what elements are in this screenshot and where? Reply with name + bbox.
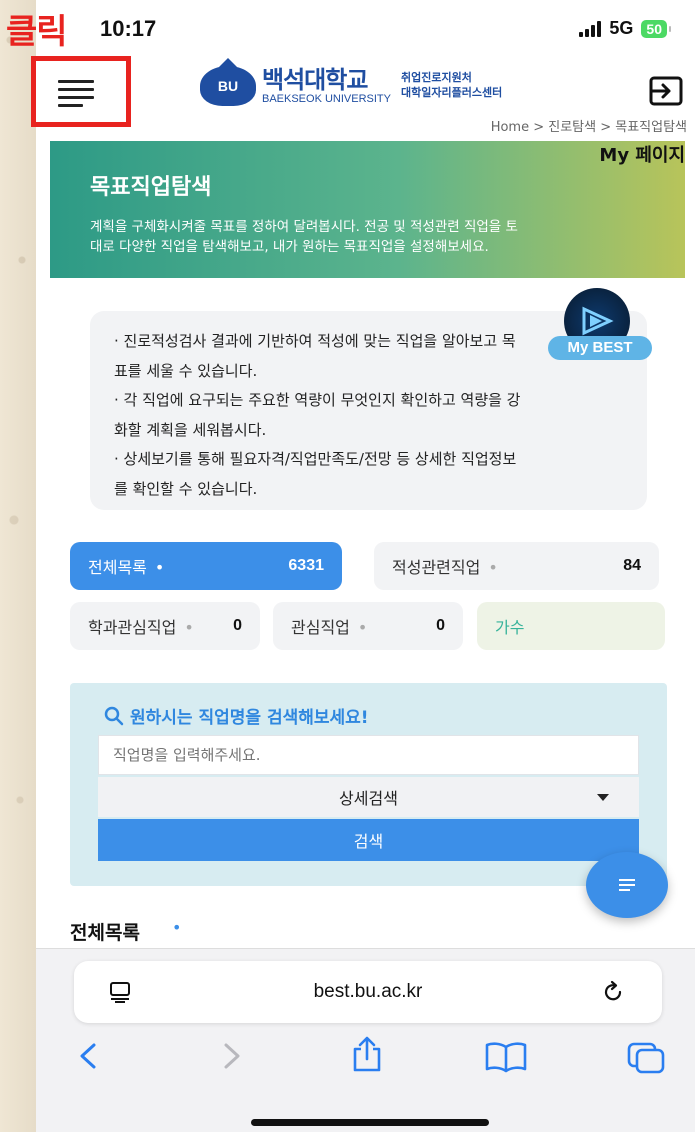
page-description: 계획을 구체화시켜줄 목표를 정하여 달려봅시다. 전공 및 적성관련 직업을 … <box>90 217 663 258</box>
info-line: 를 확인할 수 있습니다. <box>114 479 258 498</box>
tab-all-jobs[interactable]: 전체목록 • 6331 <box>70 542 342 590</box>
floating-menu-button[interactable] <box>586 852 668 918</box>
description-line: 계획을 구체화시켜줄 목표를 정하여 달려봅시다. 전공 및 적성관련 직업을 … <box>90 219 518 235</box>
tab-count: 6331 <box>288 557 324 574</box>
info-line: · 각 직업에 요구되는 주요한 역량이 무엇인지 확인하고 역량을 강 <box>114 391 521 409</box>
info-line: · 진로적성검사 결과에 기반하여 적성에 맞는 직업을 알아보고 목 <box>114 332 516 350</box>
tabs-icon[interactable] <box>626 1041 666 1075</box>
signal-icon <box>579 20 602 37</box>
job-search-panel: 원하시는 직업명을 검색해보세요! 상세검색 검색 <box>70 683 667 886</box>
logout-icon[interactable] <box>649 76 683 106</box>
status-indicators: 5G 50 <box>579 18 671 39</box>
info-line: 화할 계획을 세워봅시다. <box>114 420 267 439</box>
logo-text: 백석대학교 BAEKSEOK UNIVERSITY <box>262 68 391 105</box>
logo-emblem: BU <box>200 58 256 106</box>
forward-icon[interactable] <box>220 1041 244 1071</box>
search-button-label: 검색 <box>353 832 384 851</box>
info-line: · 상세보기를 통해 필요자격/직업만족도/전망 등 상세한 직업정보 <box>114 450 517 468</box>
center-line-2: 대학일자리플러스센터 <box>400 86 503 99</box>
reload-icon[interactable] <box>600 979 626 1005</box>
section-heading-dot: • <box>172 918 182 937</box>
dot: • <box>184 618 194 637</box>
my-page-link[interactable]: My 페이지 <box>599 141 685 167</box>
tab-label: 적성관련직업 <box>392 558 481 577</box>
click-annotation-label: 클릭 <box>6 12 68 52</box>
section-heading: 전체목록 <box>70 922 140 944</box>
chevron-down-icon <box>597 794 609 801</box>
share-icon[interactable] <box>350 1035 384 1073</box>
bookmarks-icon[interactable] <box>484 1041 528 1073</box>
my-best-label: My BEST <box>548 336 652 360</box>
university-logo[interactable]: BU 백석대학교 BAEKSEOK UNIVERSITY 취업진로지원처 대학일… <box>200 58 502 106</box>
my-best-badge[interactable]: My BEST <box>548 288 652 362</box>
breadcrumb: Home > 진로탐색 > 목표직업탐색 <box>490 120 687 135</box>
tab-label: 전체목록 <box>88 558 147 577</box>
center-line-1: 취업진로지원처 <box>400 71 472 85</box>
click-annotation-box <box>31 56 131 127</box>
dot: • <box>154 558 165 577</box>
tab-aptitude-jobs[interactable]: 적성관련직업 • 84 <box>374 542 659 590</box>
status-time: 10:17 <box>100 16 157 41</box>
search-icon <box>104 706 124 725</box>
selected-job-label: 가수 <box>495 618 525 637</box>
background-texture <box>0 0 36 1132</box>
search-title-text: 원하시는 직업명을 검색해보세요! <box>130 708 369 728</box>
tab-count: 84 <box>623 557 641 574</box>
detail-search-dropdown[interactable]: 상세검색 <box>98 777 639 817</box>
logo-korean: 백석대학교 <box>262 65 368 94</box>
dot: • <box>357 618 368 637</box>
browser-toolbar: best.bu.ac.kr <box>36 948 695 1132</box>
search-title: 원하시는 직업명을 검색해보세요! <box>104 703 369 728</box>
page-hero-banner: My 페이지 목표직업탐색 계획을 구체화시켜줄 목표를 정하여 달려봅시다. … <box>50 141 685 278</box>
logo-english: BAEKSEOK UNIVERSITY <box>262 92 391 105</box>
list-icon <box>619 879 635 891</box>
detail-search-label: 상세검색 <box>339 789 398 808</box>
home-indicator <box>251 1119 489 1126</box>
description-line: 대로 다양한 직업을 탐색해보고, 내가 원하는 목표직업을 설정해보세요. <box>90 239 489 256</box>
info-line: 표를 세울 수 있습니다. <box>114 361 258 380</box>
search-button[interactable]: 검색 <box>98 819 639 861</box>
url-text: best.bu.ac.kr <box>313 981 423 1002</box>
page-title: 목표직업탐색 <box>90 175 212 200</box>
tab-major-jobs[interactable]: 학과관심직업 • 0 <box>70 602 260 650</box>
center-name: 취업진로지원처 대학일자리플러스센터 <box>401 71 502 101</box>
selected-job-chip[interactable]: 가수 <box>477 602 665 650</box>
address-bar[interactable]: best.bu.ac.kr <box>74 961 662 1023</box>
job-search-input[interactable] <box>98 735 639 775</box>
battery-icon: 50 <box>641 19 671 38</box>
tab-label: 학과관심직업 <box>88 618 177 637</box>
tab-label: 관심직업 <box>291 618 350 637</box>
dot: • <box>488 558 498 577</box>
tab-interest-jobs[interactable]: 관심직업 • 0 <box>273 602 463 650</box>
network-type: 5G <box>609 18 634 38</box>
phone-screen: 10:17 5G 50 BU 백석대학교 BAEKSEOK UNIVERSITY… <box>36 0 695 1132</box>
tab-count: 0 <box>436 617 445 634</box>
tab-count: 0 <box>233 617 242 634</box>
back-icon[interactable] <box>76 1041 100 1071</box>
